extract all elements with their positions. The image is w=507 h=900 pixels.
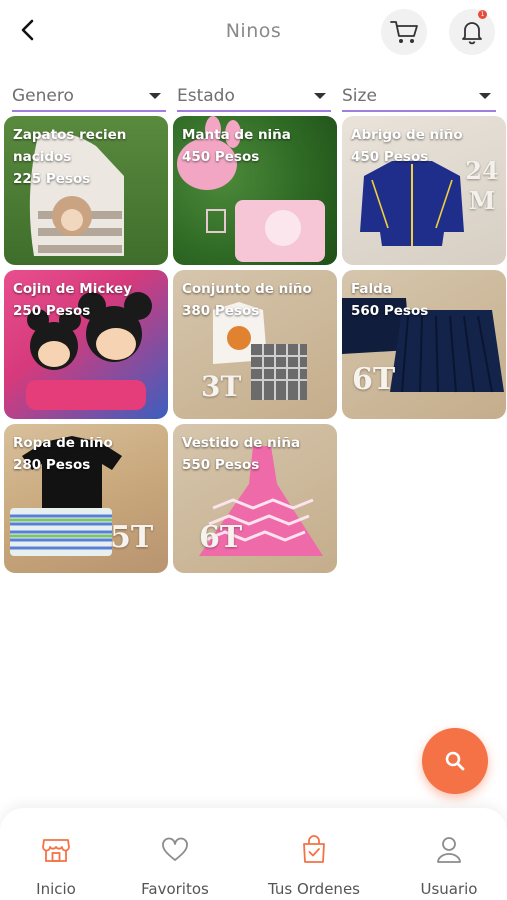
product-price: 450 Pesos <box>182 149 260 165</box>
bottom-nav: Inicio Favoritos Tus Ordenes Usuario <box>0 808 507 900</box>
product-name: Abrigo de niño <box>351 127 463 143</box>
product-grid: Zapatos recien nacidos 225 Pesos Manta d… <box>4 116 506 573</box>
product-price: 225 Pesos <box>13 171 91 187</box>
product-price: 250 Pesos <box>13 303 91 319</box>
product-name: Vestido de niña <box>182 435 301 451</box>
size-tag: 3T <box>201 370 242 403</box>
product-info: Zapatos recien nacidos 225 Pesos <box>13 124 162 190</box>
filter-label: Size <box>342 86 377 106</box>
page-title: Ninos <box>225 20 282 42</box>
nav-item-usuario[interactable]: Usuario <box>389 834 507 898</box>
nav-label: Usuario <box>420 880 478 898</box>
notifications-button[interactable]: 1 <box>449 9 495 55</box>
search-button[interactable] <box>422 728 488 794</box>
nav-item-tus-ordenes[interactable]: Tus Ordenes <box>254 834 374 898</box>
product-name: Zapatos recien nacidos <box>13 127 127 165</box>
heart-icon <box>162 837 188 861</box>
cart-icon <box>390 21 418 43</box>
caret-down-icon <box>479 93 491 99</box>
size-tag: 24 M <box>465 156 499 215</box>
product-card[interactable]: Falda 560 Pesos 6T <box>342 270 506 419</box>
size-tag: 5T <box>110 520 154 555</box>
product-name: Manta de niña <box>182 127 291 143</box>
product-card[interactable]: Conjunto de niño 380 Pesos 3T <box>173 270 337 419</box>
bell-icon <box>462 22 482 45</box>
product-card[interactable]: Zapatos recien nacidos 225 Pesos <box>4 116 168 265</box>
nav-label: Favoritos <box>141 880 209 898</box>
product-price: 380 Pesos <box>182 303 260 319</box>
top-bar: Ninos 1 <box>0 0 507 62</box>
product-card[interactable]: Vestido de niña 550 Pesos 6T <box>173 424 337 573</box>
product-price: 280 Pesos <box>13 457 91 473</box>
filter-genero-dropdown[interactable]: Genero <box>12 84 166 112</box>
product-card[interactable]: Ropa de niño 280 Pesos 5T <box>4 424 168 573</box>
product-info: Cojin de Mickey 250 Pesos <box>13 278 162 322</box>
filter-label: Estado <box>177 86 235 106</box>
caret-down-icon <box>314 93 326 99</box>
product-name: Falda <box>351 281 392 297</box>
product-info: Ropa de niño 280 Pesos <box>13 432 162 476</box>
product-info: Conjunto de niño 380 Pesos <box>182 278 331 322</box>
product-price: 560 Pesos <box>351 303 429 319</box>
cart-button[interactable] <box>381 9 427 55</box>
size-tag: 6T <box>199 520 243 555</box>
product-info: Manta de niña 450 Pesos <box>182 124 331 168</box>
filter-estado-dropdown[interactable]: Estado <box>177 84 331 112</box>
search-icon <box>445 751 465 771</box>
orders-bag-icon <box>303 835 325 863</box>
product-info: Falda 560 Pesos <box>351 278 500 322</box>
size-tag: 6T <box>352 362 396 397</box>
user-icon <box>437 837 461 863</box>
nav-label: Inicio <box>36 880 76 898</box>
filter-size-dropdown[interactable]: Size <box>342 84 496 112</box>
store-icon <box>42 839 70 862</box>
product-card[interactable]: Manta de niña 450 Pesos <box>173 116 337 265</box>
product-name: Cojin de Mickey <box>13 281 132 297</box>
product-card[interactable]: Cojin de Mickey 250 Pesos <box>4 270 168 419</box>
nav-item-favoritos[interactable]: Favoritos <box>115 834 235 898</box>
nav-label: Tus Ordenes <box>268 880 360 898</box>
product-name: Conjunto de niño <box>182 281 312 297</box>
caret-down-icon <box>149 93 161 99</box>
product-name: Ropa de niño <box>13 435 113 451</box>
product-price: 550 Pesos <box>182 457 260 473</box>
notification-badge: 1 <box>478 10 487 19</box>
product-card[interactable]: Abrigo de niño 450 Pesos 24 M <box>342 116 506 265</box>
filter-bar: Genero Estado Size <box>12 84 496 112</box>
nav-item-inicio[interactable]: Inicio <box>0 834 116 898</box>
product-info: Vestido de niña 550 Pesos <box>182 432 331 476</box>
filter-label: Genero <box>12 86 74 106</box>
